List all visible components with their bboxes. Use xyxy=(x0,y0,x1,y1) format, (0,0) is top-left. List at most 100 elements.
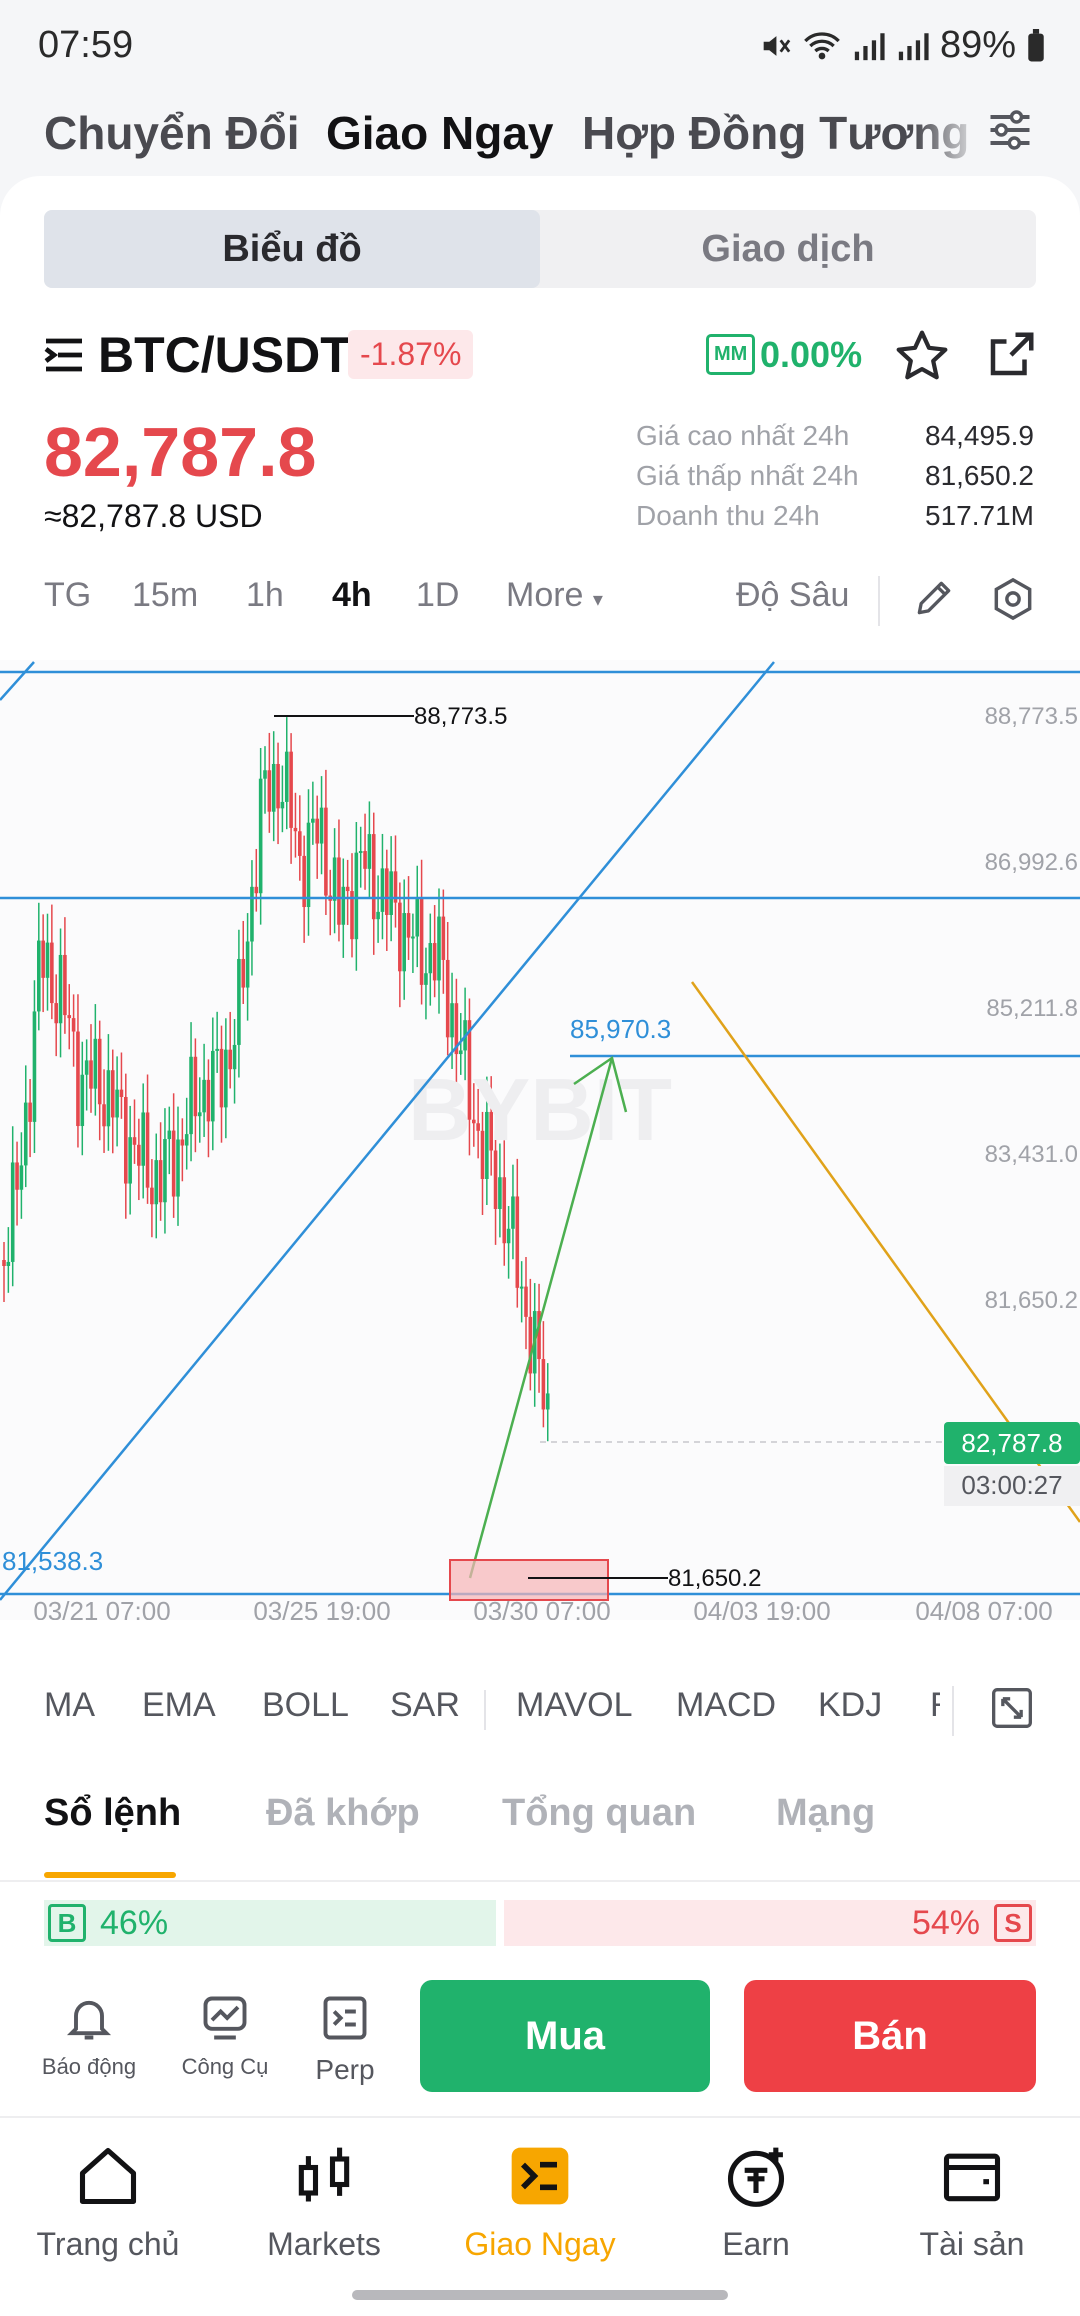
chart-view-button[interactable]: Biểu đồ xyxy=(44,210,540,288)
tab-trades[interactable]: Đã khớp xyxy=(266,1792,420,1835)
stat-turnover-value: 517.71M xyxy=(925,500,1034,531)
tab-network[interactable]: Mạng xyxy=(776,1792,875,1835)
tf-time[interactable]: TG xyxy=(44,576,91,615)
sell-button[interactable]: Bán xyxy=(744,1980,1036,2092)
candle-body xyxy=(84,1060,89,1075)
expand-icon[interactable] xyxy=(990,1686,1034,1730)
tab-futures[interactable]: Hợp Đồng Tương Lai xyxy=(582,106,972,160)
tab-spot[interactable]: Giao Ngay xyxy=(326,106,554,160)
indicator-rsi[interactable]: R xyxy=(930,1686,940,1725)
candle-body xyxy=(63,954,67,1016)
candle-body xyxy=(128,1137,132,1184)
candle-body xyxy=(67,1015,72,1019)
indicator-ema[interactable]: EMA xyxy=(142,1686,216,1725)
candle-body xyxy=(176,1139,180,1197)
mm-badge: MM xyxy=(706,334,756,375)
caret-down-icon: ▾ xyxy=(592,589,603,611)
candle-body xyxy=(506,1228,511,1244)
trade-view-button[interactable]: Giao dịch xyxy=(540,210,1036,288)
support-zone xyxy=(449,1559,609,1601)
tf-1h[interactable]: 1h xyxy=(246,576,284,615)
indicator-ma[interactable]: MA xyxy=(44,1686,95,1725)
buy-button[interactable]: Mua xyxy=(420,1980,710,2092)
pair-selector[interactable]: BTC/USDT xyxy=(44,326,351,384)
tf-more[interactable]: More ▾ xyxy=(506,576,603,615)
pencil-icon[interactable] xyxy=(912,576,956,620)
last-price: 82,787.8 xyxy=(44,413,317,491)
price-chart[interactable]: BYBIT 88,773.5 81,650.2 85,970.3 81,538.… xyxy=(0,660,1080,1620)
mm-value: 0.00% xyxy=(760,334,863,375)
tab-orderbook[interactable]: Sổ lệnh xyxy=(44,1792,181,1835)
left-level-label: 81,538.3 xyxy=(2,1546,103,1576)
stat-high-label: Giá cao nhất 24h xyxy=(636,420,850,451)
stat-low-label: Giá thấp nhất 24h xyxy=(636,460,859,491)
star-icon[interactable] xyxy=(894,328,950,384)
price-usd: ≈82,787.8 USD xyxy=(44,498,263,534)
chart-tool-icon xyxy=(203,1996,247,2040)
nav-spot[interactable]: Giao Ngay xyxy=(432,2142,648,2263)
price-tick-3: 85,211.8 xyxy=(986,995,1078,1022)
tools-tool[interactable]: Công Cụ xyxy=(170,1992,280,2080)
indicator-macd[interactable]: MACD xyxy=(676,1686,776,1725)
filter-settings-icon[interactable] xyxy=(984,104,1036,156)
nav-home[interactable]: Trang chủ xyxy=(0,2142,216,2263)
candle-body xyxy=(311,818,315,823)
candle-body xyxy=(189,1056,193,1135)
candle-body xyxy=(254,886,259,894)
nav-home-label: Trang chủ xyxy=(36,2226,180,2262)
alert-tool[interactable]: Báo động xyxy=(34,1992,144,2080)
nav-markets[interactable]: Markets xyxy=(216,2142,432,2263)
candle-body xyxy=(137,1144,141,1166)
candle-body xyxy=(202,1079,206,1113)
bottom-nav: Trang chủ Markets Giao Ngay Earn Tài sản xyxy=(0,2116,1080,2316)
candle-body xyxy=(6,1261,11,1266)
chart-settings-icon[interactable] xyxy=(990,576,1036,622)
candle-body xyxy=(358,851,363,854)
candle-body xyxy=(2,1260,6,1266)
candle-body xyxy=(411,936,415,939)
tab-convert[interactable]: Chuyển Đổi xyxy=(44,106,300,160)
depth-button[interactable]: Độ Sâu xyxy=(736,576,849,615)
tab-overview[interactable]: Tổng quan xyxy=(502,1792,696,1835)
indicator-kdj[interactable]: KDJ xyxy=(818,1686,882,1725)
buy-sell-ratio: B 46% 54% S xyxy=(44,1900,1036,1946)
candle-body xyxy=(245,941,250,988)
candle-body xyxy=(10,1162,15,1262)
perp-tool[interactable]: Perp xyxy=(290,1992,400,2086)
indicator-mavol[interactable]: MAVOL xyxy=(516,1686,633,1725)
candle-body xyxy=(32,1011,37,1122)
earn-icon xyxy=(727,2147,785,2207)
candle-body xyxy=(458,1050,463,1055)
candle-body xyxy=(319,807,324,844)
candle-body xyxy=(345,886,350,892)
timeframe-row: TG 15m 1h 4h 1D More ▾ Độ Sâu xyxy=(0,576,1080,636)
candle-body xyxy=(398,902,402,972)
nav-earn[interactable]: Earn xyxy=(648,2142,864,2263)
candle-body xyxy=(519,1286,524,1289)
candle-body xyxy=(171,1130,176,1197)
candlestick-chart[interactable]: BYBIT 88,773.5 81,650.2 85,970.3 81,538.… xyxy=(0,660,1080,1620)
perp-icon xyxy=(323,1996,367,2040)
candle-body xyxy=(406,913,411,938)
wifi-icon xyxy=(804,31,840,59)
tf-15m[interactable]: 15m xyxy=(132,576,198,615)
status-icons: 89% xyxy=(758,24,1046,67)
candle-body xyxy=(324,807,328,896)
share-icon[interactable] xyxy=(984,328,1038,382)
tf-1d[interactable]: 1D xyxy=(416,576,459,615)
sell-percent: 54% xyxy=(911,1904,980,1942)
nav-assets[interactable]: Tài sản xyxy=(864,2142,1080,2263)
sell-badge: S xyxy=(994,1904,1032,1942)
stat-turnover-label: Doanh thu 24h xyxy=(636,500,820,531)
candle-body xyxy=(515,1196,520,1288)
indicator-boll[interactable]: BOLL xyxy=(262,1686,349,1725)
indicator-sar[interactable]: SAR xyxy=(390,1686,460,1725)
tf-4h[interactable]: 4h xyxy=(332,576,372,615)
candle-body xyxy=(341,886,346,925)
home-icon xyxy=(79,2147,137,2205)
candle-body xyxy=(50,942,54,1004)
candle-body xyxy=(132,1137,137,1145)
price-tick-2: 86,992.6 xyxy=(985,849,1078,876)
candle-body xyxy=(376,911,380,920)
candle-body xyxy=(306,822,311,908)
